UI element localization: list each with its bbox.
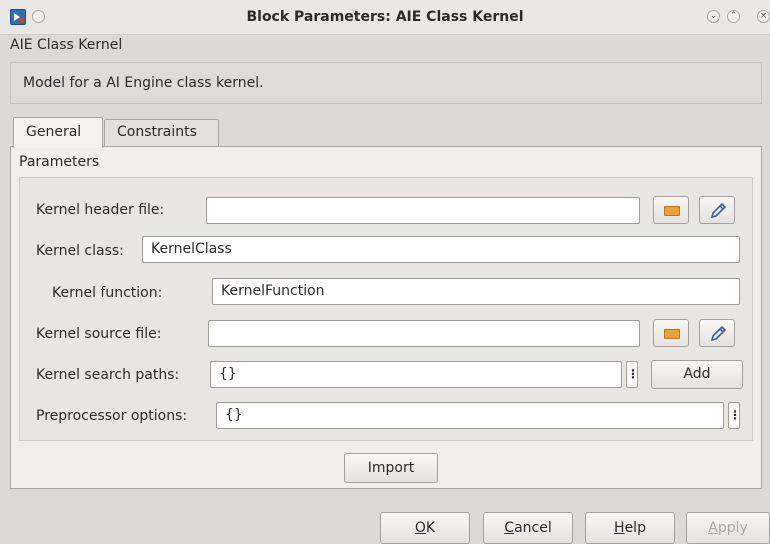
window-title: Block Parameters: AIE Class Kernel	[246, 9, 524, 25]
browse-source-button[interactable]	[653, 319, 689, 347]
tab-constraints[interactable]: Constraints	[104, 119, 219, 147]
import-button[interactable]: Import	[344, 453, 438, 483]
edit-source-button[interactable]	[699, 319, 735, 347]
help-button[interactable]: Help	[585, 512, 675, 544]
cancel-button[interactable]: Cancel	[483, 512, 573, 544]
search-paths-more-button[interactable]: ⋮	[626, 361, 639, 388]
kernel-source-file-label: Kernel source file:	[36, 326, 162, 342]
kernel-class-label: Kernel class:	[36, 243, 124, 259]
folder-icon	[664, 206, 680, 216]
help-label-rest: elp	[624, 520, 646, 536]
apply-mnemonic: A	[708, 520, 718, 536]
parameters-group: Kernel header file: Kernel class: Kernel…	[19, 177, 753, 441]
kernel-header-file-input[interactable]	[206, 197, 640, 224]
kernel-function-label: Kernel function:	[52, 285, 163, 301]
kernel-header-file-label: Kernel header file:	[36, 202, 165, 218]
tab-general[interactable]: General	[13, 117, 103, 148]
add-search-path-button[interactable]: Add	[651, 360, 743, 389]
cancel-label-rest: ancel	[514, 520, 552, 536]
title-bar: Block Parameters: AIE Class Kernel ⌄ ⌃ ×	[0, 0, 770, 35]
preprocessor-more-button[interactable]: ⋮	[728, 402, 741, 429]
ok-button[interactable]: OK	[380, 512, 470, 544]
cancel-mnemonic: C	[504, 520, 515, 536]
folder-icon	[664, 329, 680, 339]
parameters-label: Parameters	[19, 154, 100, 170]
pencil-icon	[710, 325, 727, 342]
general-tab-panel: Parameters Kernel header file: Kernel cl…	[10, 146, 762, 489]
maximize-icon[interactable]: ⌃	[727, 10, 740, 23]
kernel-function-input[interactable]: KernelFunction	[212, 278, 740, 305]
ok-label-rest: K	[425, 520, 436, 536]
pencil-icon	[710, 202, 727, 219]
close-icon[interactable]: ×	[757, 10, 770, 23]
minimize-icon[interactable]: ⌄	[707, 10, 720, 23]
browse-header-button[interactable]	[653, 196, 689, 224]
apply-button[interactable]: Apply	[686, 512, 770, 544]
ok-mnemonic: O	[414, 520, 426, 536]
kernel-search-paths-input[interactable]: {}	[210, 361, 622, 388]
description-box: Model for a AI Engine class kernel.	[10, 62, 762, 104]
preprocessor-options-input[interactable]: {}	[216, 402, 724, 429]
block-name: AIE Class Kernel	[10, 37, 123, 53]
block-description: Model for a AI Engine class kernel.	[23, 75, 264, 91]
apply-label-rest: pply	[717, 520, 748, 536]
kernel-source-file-input[interactable]	[208, 320, 640, 347]
help-mnemonic: H	[614, 520, 625, 536]
kernel-search-paths-label: Kernel search paths:	[36, 367, 180, 383]
kernel-class-input[interactable]: KernelClass	[142, 236, 740, 263]
edit-header-button[interactable]	[699, 196, 735, 224]
preprocessor-options-label: Preprocessor options:	[36, 408, 188, 424]
